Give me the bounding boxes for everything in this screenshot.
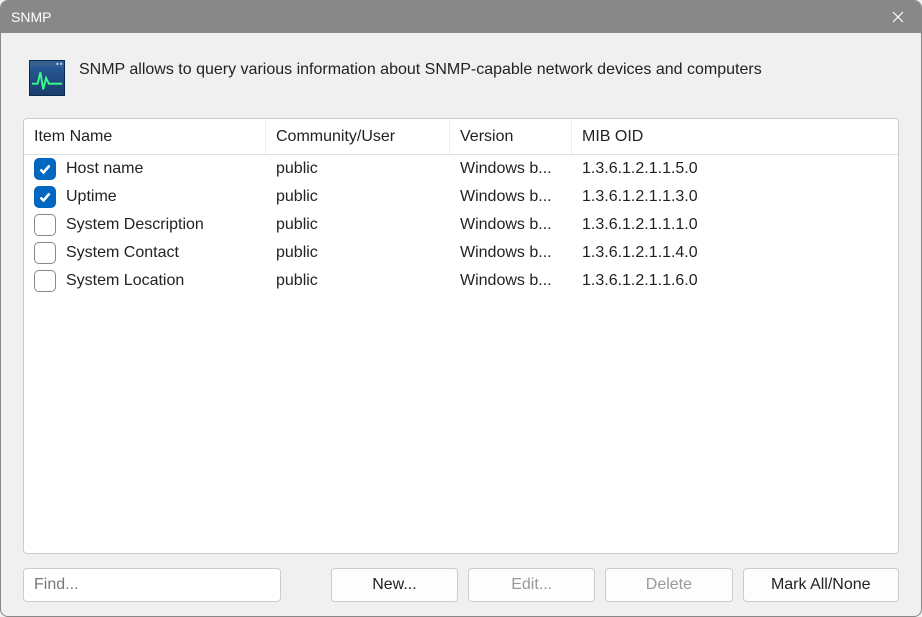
find-input[interactable] (23, 568, 281, 602)
table-row[interactable]: System Contact publicWindows b...1.3.6.1.… (24, 239, 898, 267)
edit-button[interactable]: Edit... (468, 568, 595, 602)
cell-oid: 1.3.6.1.2.1.1.1.0 (572, 211, 898, 239)
checkmark-icon (38, 162, 52, 176)
row-checkbox[interactable] (34, 186, 56, 208)
table-row[interactable]: System Location publicWindows b...1.3.6.1… (24, 267, 898, 295)
checkmark-icon (38, 190, 52, 204)
cell-community: public (266, 267, 450, 295)
cell-oid: 1.3.6.1.2.1.1.4.0 (572, 239, 898, 267)
items-table: Item Name Community/User Version MIB OID… (23, 118, 899, 554)
column-header-community[interactable]: Community/User (266, 119, 450, 154)
cell-community: public (266, 239, 450, 267)
table-header: Item Name Community/User Version MIB OID (24, 119, 898, 155)
column-header-version[interactable]: Version (450, 119, 572, 154)
cell-community: public (266, 155, 450, 183)
cell-community: public (266, 183, 450, 211)
cell-name: System Description (24, 211, 266, 239)
dialog-content: SNMP allows to query various information… (1, 33, 921, 616)
new-button[interactable]: New... (331, 568, 458, 602)
item-name-label: System Contact (66, 244, 179, 262)
table-row[interactable]: Uptime publicWindows b...1.3.6.1.2.1.1.3.… (24, 183, 898, 211)
cell-name: System Contact (24, 239, 266, 267)
intro-text: SNMP allows to query various information… (79, 57, 762, 81)
item-name-label: Uptime (66, 188, 117, 206)
cell-community: public (266, 211, 450, 239)
table-row[interactable]: System Description publicWindows b...1.3.… (24, 211, 898, 239)
cell-name: Host name (24, 155, 266, 183)
table-row[interactable]: Host name publicWindows b...1.3.6.1.2.1.1… (24, 155, 898, 183)
intro-row: SNMP allows to query various information… (23, 51, 899, 96)
close-button[interactable] (875, 1, 921, 33)
window-title: SNMP (11, 9, 875, 25)
close-icon (892, 11, 904, 23)
cell-version: Windows b... (450, 239, 572, 267)
cell-version: Windows b... (450, 211, 572, 239)
item-name-label: System Description (66, 216, 204, 234)
bottom-bar: New... Edit... Delete Mark All/None (23, 568, 899, 602)
cell-name: System Location (24, 267, 266, 295)
cell-version: Windows b... (450, 267, 572, 295)
snmp-monitor-icon (29, 60, 65, 96)
cell-version: Windows b... (450, 183, 572, 211)
delete-button[interactable]: Delete (605, 568, 732, 602)
row-checkbox[interactable] (34, 158, 56, 180)
row-checkbox[interactable] (34, 214, 56, 236)
column-header-oid[interactable]: MIB OID (572, 119, 898, 154)
cell-oid: 1.3.6.1.2.1.1.5.0 (572, 155, 898, 183)
snmp-dialog: SNMP SNMP allows to query vari (0, 0, 922, 617)
mark-all-none-button[interactable]: Mark All/None (743, 568, 899, 602)
titlebar: SNMP (1, 1, 921, 33)
column-header-name[interactable]: Item Name (24, 119, 266, 154)
table-body[interactable]: Host namepublicWindows b...1.3.6.1.2.1.1… (24, 155, 898, 553)
row-checkbox[interactable] (34, 270, 56, 292)
item-name-label: System Location (66, 272, 184, 290)
cell-version: Windows b... (450, 155, 572, 183)
item-name-label: Host name (66, 160, 143, 178)
cell-oid: 1.3.6.1.2.1.1.6.0 (572, 267, 898, 295)
cell-oid: 1.3.6.1.2.1.1.3.0 (572, 183, 898, 211)
cell-name: Uptime (24, 183, 266, 211)
row-checkbox[interactable] (34, 242, 56, 264)
